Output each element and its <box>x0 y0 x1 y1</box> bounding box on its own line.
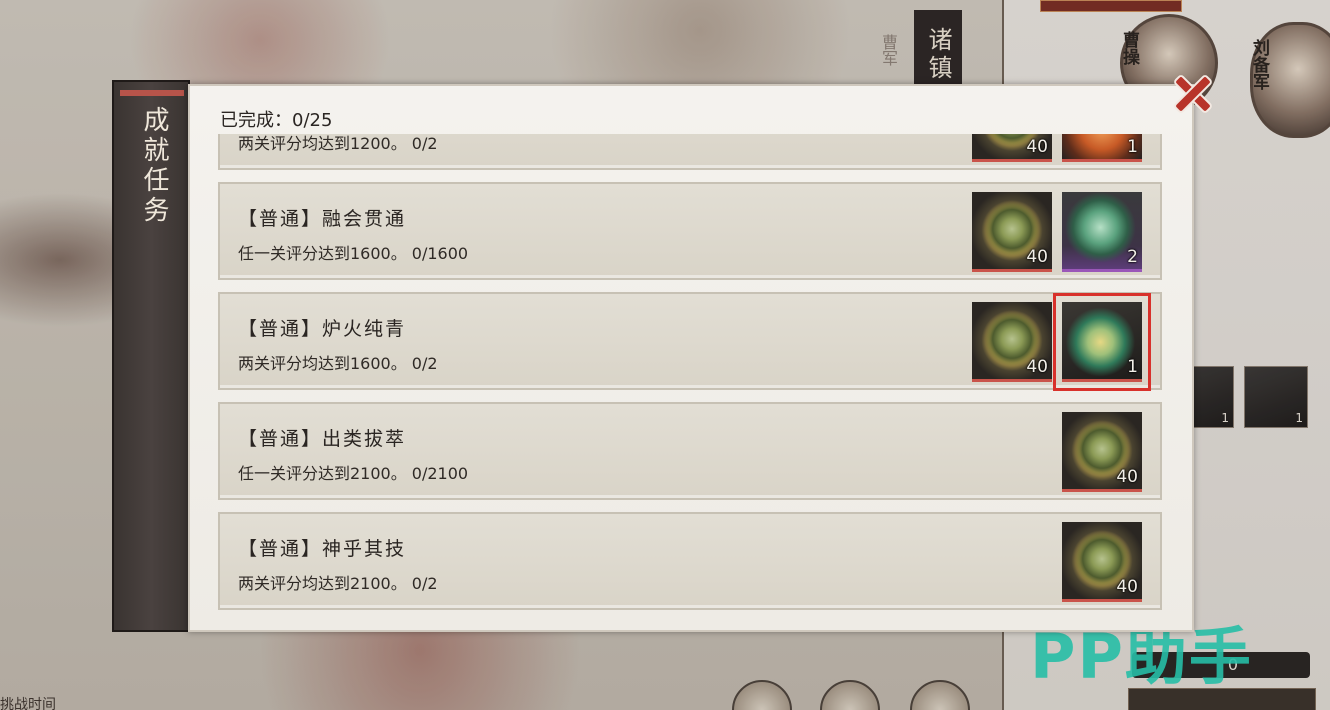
reward-quantity: 40 <box>1026 137 1048 157</box>
jade-coin-icon[interactable]: 40 <box>1062 522 1142 602</box>
task-row[interactable]: 【普通】出类拔萃 任一关评分达到2100。 0/2100 40 <box>218 402 1162 500</box>
task-title: 【普通】炉火纯青 <box>238 318 407 340</box>
jade-ornament-icon[interactable]: 1 <box>1053 293 1151 391</box>
task-list[interactable]: 两关评分均达到1200。 0/2 40 1 【普通】融会贯通 任一关评分达到16… <box>218 134 1164 622</box>
tab-accent-bar <box>120 90 184 96</box>
reward-quantity: 2 <box>1127 247 1138 267</box>
reward-quantity: 1 <box>1127 137 1138 157</box>
task-description: 两关评分均达到1200。 0/2 <box>238 134 438 153</box>
reward-quantity: 40 <box>1116 467 1138 487</box>
task-description: 任一关评分达到1600。 0/1600 <box>238 244 469 263</box>
close-button[interactable] <box>1164 64 1220 124</box>
jade-fragment-icon[interactable]: 2 <box>1062 192 1142 272</box>
task-row[interactable]: 【普通】炉火纯青 两关评分均达到1600。 0/2 40 1 <box>218 292 1162 391</box>
task-description: 两关评分均达到1600。 0/2 <box>238 354 438 373</box>
completion-progress: 已完成：0/25 <box>220 106 332 132</box>
reward-quantity: 40 <box>1026 247 1048 267</box>
task-title: 【普通】出类拔萃 <box>238 428 407 450</box>
task-row[interactable]: 【普通】融会贯通 任一关评分达到1600。 0/1600 40 2 <box>218 182 1162 280</box>
task-title: 【普通】神乎其技 <box>238 538 407 560</box>
jade-coin-icon[interactable]: 40 <box>972 192 1052 272</box>
progress-value: 0/25 <box>292 110 333 131</box>
task-row[interactable]: 两关评分均达到1200。 0/2 40 1 <box>218 134 1162 170</box>
task-row[interactable]: 【普通】神乎其技 两关评分均达到2100。 0/2 40 <box>218 512 1162 610</box>
orange-item-icon[interactable]: 1 <box>1062 134 1142 162</box>
achievement-tab[interactable]: 成就任务 <box>112 80 190 632</box>
reward-quantity: 1 <box>1127 357 1138 377</box>
jade-coin-icon[interactable]: 40 <box>972 302 1052 382</box>
jade-coin-icon[interactable]: 40 <box>1062 412 1142 492</box>
jade-coin-icon[interactable]: 40 <box>972 134 1052 162</box>
task-description: 两关评分均达到2100。 0/2 <box>238 574 438 593</box>
task-description: 任一关评分达到2100。 0/2100 <box>238 464 469 483</box>
progress-prefix: 已完成： <box>220 110 292 131</box>
achievement-panel: 已完成：0/25 两关评分均达到1200。 0/2 40 1 【普通】融会贯通 … <box>188 84 1194 632</box>
reward-quantity: 40 <box>1116 577 1138 597</box>
task-title: 【普通】融会贯通 <box>238 208 407 230</box>
reward-quantity: 40 <box>1026 357 1048 377</box>
tab-label: 成就任务 <box>139 106 169 226</box>
